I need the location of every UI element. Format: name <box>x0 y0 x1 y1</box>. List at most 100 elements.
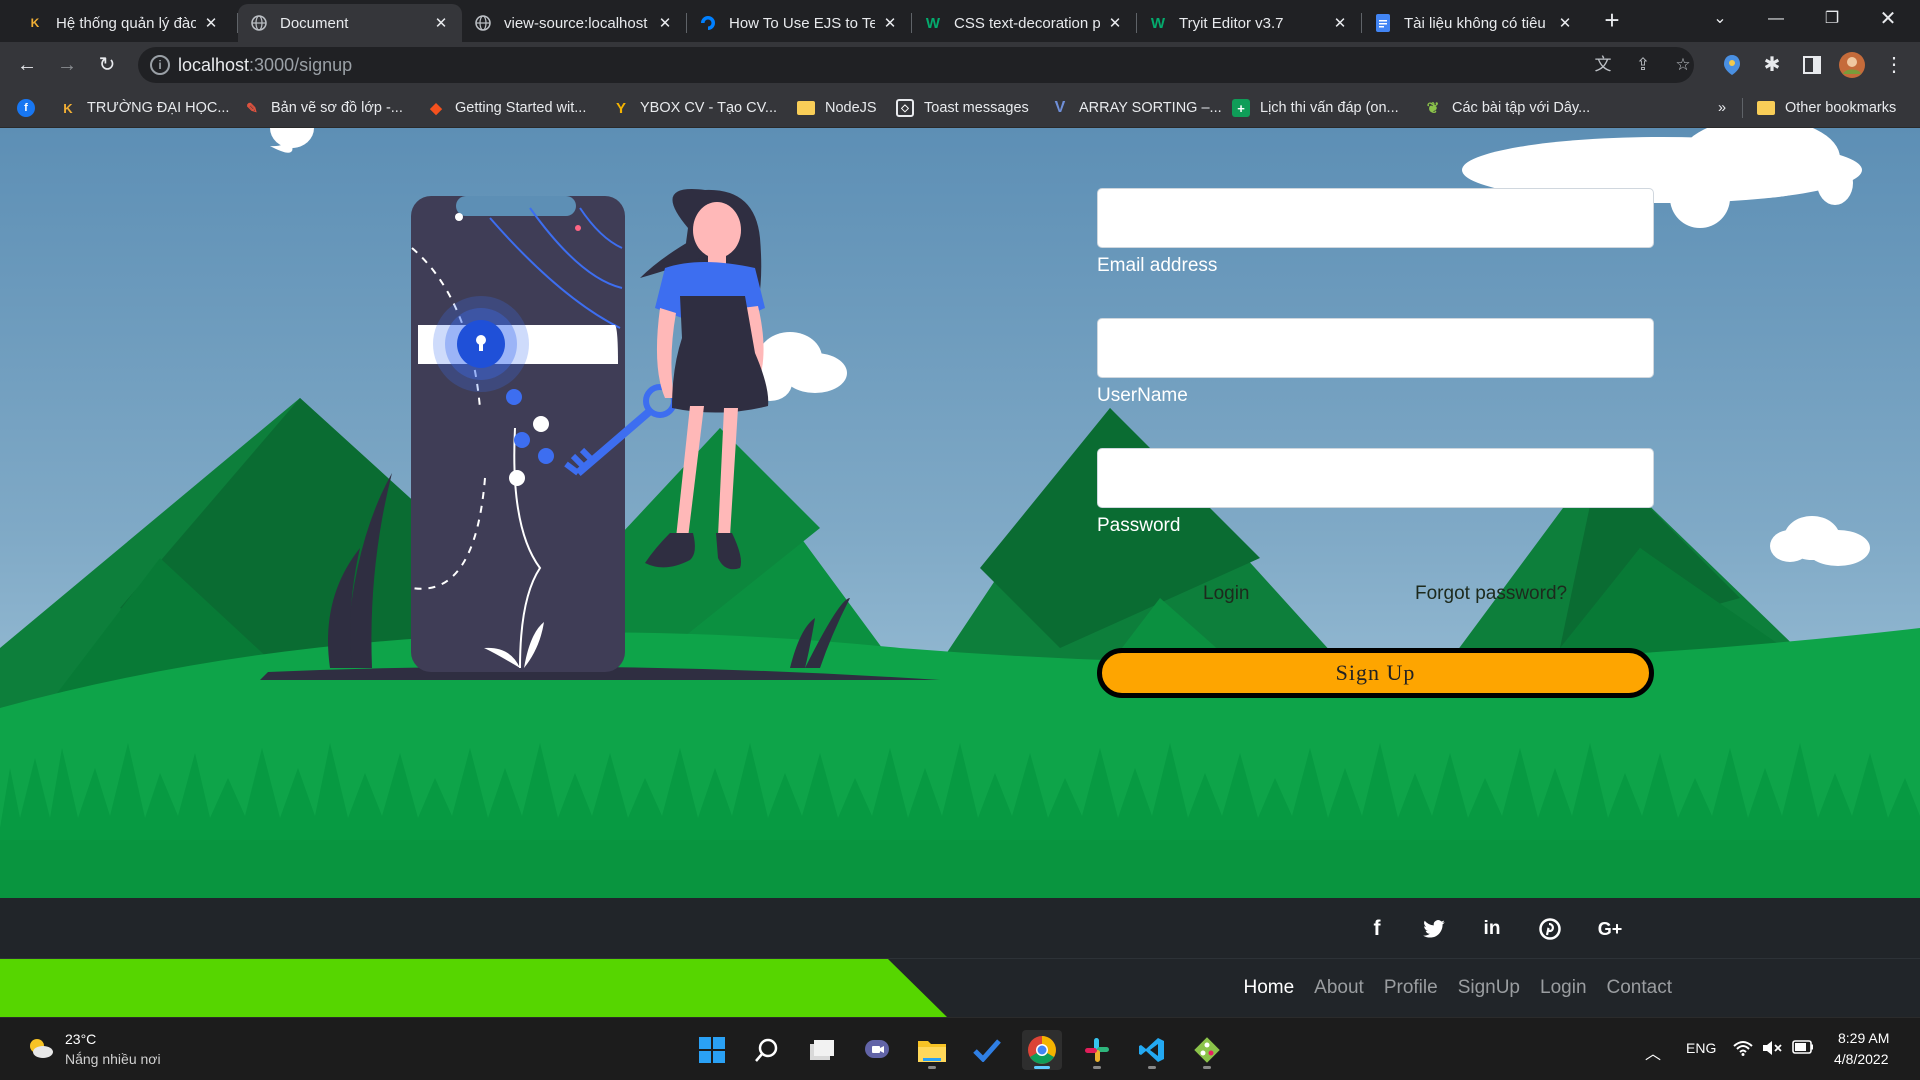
url-host: localhost <box>178 55 250 75</box>
share-icon[interactable]: ⇪ <box>1630 53 1656 77</box>
close-icon[interactable]: ✕ <box>1556 14 1574 32</box>
wifi-icon[interactable] <box>1733 1040 1753 1061</box>
reload-button[interactable]: ↻ <box>91 49 123 81</box>
folder-icon <box>918 1041 946 1062</box>
back-button[interactable]: ← <box>11 49 43 81</box>
speaker-muted-icon[interactable] <box>1762 1040 1784 1061</box>
tab-search-button[interactable]: ⌄ <box>1692 0 1748 38</box>
tab-strip: K Hệ thống quản lý đào ✕ Document ✕ view… <box>0 0 1920 42</box>
chrome-icon <box>1028 1036 1056 1064</box>
slack-button[interactable] <box>1077 1030 1117 1070</box>
file-explorer-button[interactable] <box>912 1030 952 1070</box>
bookmarks-overflow-button[interactable]: » <box>1718 97 1726 119</box>
address-bar[interactable]: i localhost:3000/signup ⽂ ⇪ ☆ <box>138 47 1694 83</box>
bookmark-getting-started[interactable]: ◆ Getting Started wit... <box>427 97 586 119</box>
tab-tryit-editor[interactable]: W Tryit Editor v3.7 ✕ <box>1137 4 1361 42</box>
close-window-button[interactable]: ✕ <box>1860 0 1916 38</box>
bookmark-facebook[interactable]: f <box>17 97 35 119</box>
windows-logo-icon <box>699 1037 725 1063</box>
tab-title: CSS text-decoration p <box>954 14 1100 32</box>
extension-icon[interactable] <box>1716 49 1748 81</box>
chevron-double-right-icon: » <box>1718 100 1727 116</box>
side-panel-icon[interactable] <box>1796 49 1828 81</box>
signup-form: Email address UserName Password Login Fo… <box>1097 188 1654 698</box>
other-bookmarks[interactable]: Other bookmarks <box>1757 97 1896 119</box>
bookmark-exam-schedule[interactable]: + Lịch thi vấn đáp (on... <box>1232 97 1399 119</box>
bookmark-exercises[interactable]: ❦ Các bài tập với Dây... <box>1424 97 1590 119</box>
email-field-group: Email address <box>1097 188 1654 318</box>
vscode-icon <box>1139 1038 1164 1062</box>
forward-button[interactable]: → <box>51 49 83 81</box>
tab-title: How To Use EJS to Ter <box>729 14 875 32</box>
email-field[interactable] <box>1097 188 1654 248</box>
bookmark-array-sorting[interactable]: V ARRAY SORTING –... <box>1051 97 1222 119</box>
close-icon[interactable]: ✕ <box>202 14 220 32</box>
bookmark-class-diagram[interactable]: ✎ Bản vẽ sơ đồ lớp -... <box>243 97 403 119</box>
twitter-icon[interactable] <box>1420 915 1448 943</box>
password-field[interactable] <box>1097 448 1654 508</box>
tab-document[interactable]: Document ✕ <box>238 4 462 42</box>
close-icon[interactable]: ✕ <box>1331 14 1349 32</box>
tab-css-text-decoration[interactable]: W CSS text-decoration p ✕ <box>912 4 1136 42</box>
site-info-icon[interactable]: i <box>150 55 170 75</box>
footer-social-bar: f in G+ <box>0 898 1920 958</box>
close-icon[interactable]: ✕ <box>881 14 899 32</box>
footer-link-login[interactable]: Login <box>1540 977 1587 999</box>
more-menu-icon[interactable]: ⋮ <box>1878 49 1910 81</box>
restore-button[interactable]: ❐ <box>1804 0 1860 38</box>
close-icon[interactable]: ✕ <box>656 14 674 32</box>
teams-chat-button[interactable] <box>857 1030 897 1070</box>
login-link[interactable]: Login <box>1203 583 1250 605</box>
bookmark-toast-messages[interactable]: ◇ Toast messages <box>896 97 1029 119</box>
footer-nav-bar: Home About Profile SignUp Login Contact <box>0 958 1920 1017</box>
footer-link-about[interactable]: About <box>1314 977 1364 999</box>
facebook-icon[interactable]: f <box>1363 915 1391 943</box>
extensions-puzzle-icon[interactable]: ✱ <box>1756 49 1788 81</box>
tab-view-source[interactable]: view-source:localhost ✕ <box>462 4 686 42</box>
bookmark-university[interactable]: K TRƯỜNG ĐẠI HỌC... <box>59 97 229 119</box>
bookmarks-bar: f K TRƯỜNG ĐẠI HỌC... ✎ Bản vẽ sơ đồ lớp… <box>0 88 1920 128</box>
tab-training-system[interactable]: K Hệ thống quản lý đào ✕ <box>14 4 232 42</box>
battery-icon[interactable] <box>1792 1040 1814 1059</box>
bookmark-label: Other bookmarks <box>1785 100 1897 116</box>
translate-icon[interactable]: ⽂ <box>1590 53 1616 77</box>
signup-button[interactable]: Sign Up <box>1097 648 1654 698</box>
minimize-button[interactable]: — <box>1748 0 1804 38</box>
search-button[interactable] <box>747 1030 787 1070</box>
forgot-password-link[interactable]: Forgot password? <box>1415 583 1567 605</box>
clock-date[interactable]: 4/8/2022 <box>1834 1051 1889 1067</box>
google-plus-icon[interactable]: G+ <box>1593 915 1627 943</box>
bookmark-star-icon[interactable]: ☆ <box>1670 53 1696 77</box>
close-icon[interactable]: ✕ <box>432 14 450 32</box>
tab-ejs-tutorial[interactable]: How To Use EJS to Ter ✕ <box>687 4 911 42</box>
new-tab-button[interactable]: + <box>1598 7 1626 35</box>
tab-google-doc[interactable]: Tài liệu không có tiêu ✕ <box>1362 4 1586 42</box>
bookmark-label: Lịch thi vấn đáp (on... <box>1260 100 1399 116</box>
username-field[interactable] <box>1097 318 1654 378</box>
email-label: Email address <box>1097 255 1218 276</box>
start-button[interactable] <box>692 1030 732 1070</box>
chevron-up-icon[interactable]: ︿ <box>1645 1040 1661 1064</box>
git-client-button[interactable] <box>1187 1030 1227 1070</box>
bookmark-label: Bản vẽ sơ đồ lớp -... <box>271 100 403 116</box>
close-icon[interactable]: ✕ <box>1106 14 1124 32</box>
input-language[interactable]: ENG <box>1686 1040 1716 1056</box>
task-view-button[interactable] <box>802 1030 842 1070</box>
profile-avatar[interactable] <box>1836 49 1868 81</box>
url-text[interactable]: localhost:3000/signup <box>178 55 352 76</box>
running-indicator <box>1203 1066 1211 1069</box>
footer-link-signup[interactable]: SignUp <box>1458 977 1520 999</box>
chrome-button[interactable] <box>1022 1030 1062 1070</box>
vscode-button[interactable] <box>1132 1030 1172 1070</box>
bookmark-nodejs-folder[interactable]: NodeJS <box>797 97 877 119</box>
footer-link-contact[interactable]: Contact <box>1607 977 1672 999</box>
footer-link-home[interactable]: Home <box>1243 977 1294 999</box>
footer-link-profile[interactable]: Profile <box>1384 977 1438 999</box>
running-indicator <box>1148 1066 1156 1069</box>
globe-icon <box>250 14 268 32</box>
todo-button[interactable] <box>967 1030 1007 1070</box>
linkedin-icon[interactable]: in <box>1478 915 1506 943</box>
pinterest-icon[interactable] <box>1536 915 1564 943</box>
clock-time[interactable]: 8:29 AM <box>1838 1030 1889 1046</box>
bookmark-ybox[interactable]: Y YBOX CV - Tạo CV... <box>612 97 777 119</box>
